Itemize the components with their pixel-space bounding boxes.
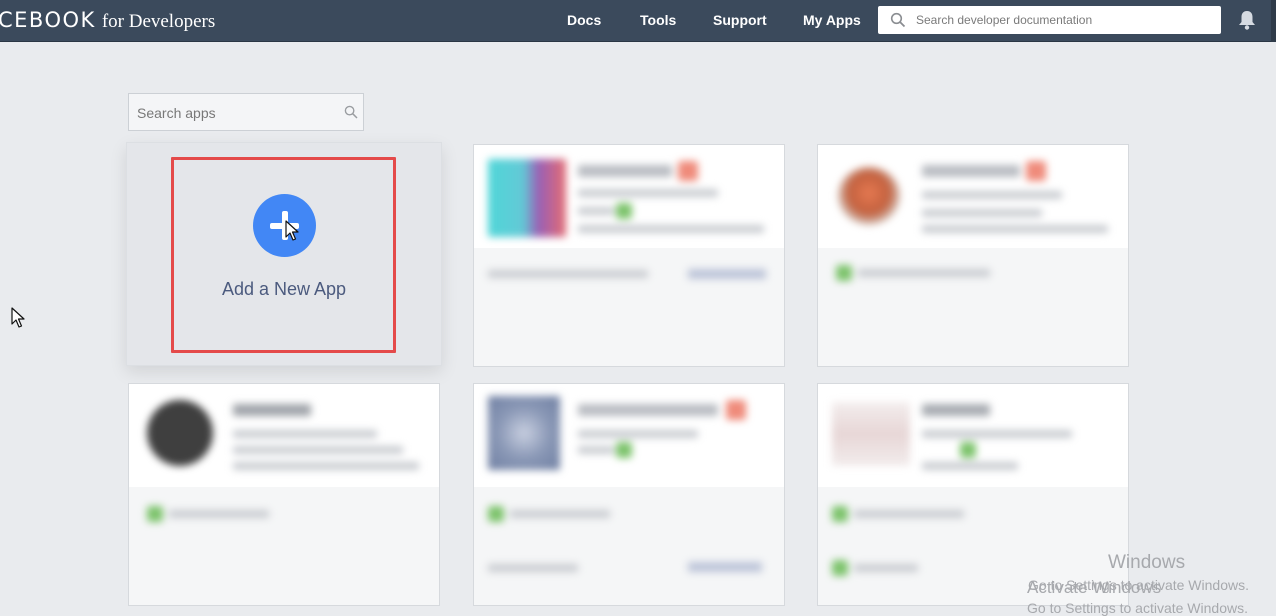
app-card[interactable] xyxy=(128,383,440,606)
windows-watermark-title: Activate Windows xyxy=(1027,578,1162,597)
bell-icon[interactable] xyxy=(1237,9,1257,31)
annotation-highlight-box xyxy=(171,157,396,353)
app-search-box[interactable] xyxy=(128,93,364,131)
brand-logo[interactable]: CEBOOK for Developers xyxy=(0,8,215,33)
app-card[interactable] xyxy=(817,383,1129,606)
documentation-search-input[interactable] xyxy=(916,10,1206,30)
app-card[interactable] xyxy=(473,144,785,367)
scrollbar-edge xyxy=(1271,0,1276,42)
app-card[interactable] xyxy=(817,144,1129,367)
nav-docs[interactable]: Docs xyxy=(567,12,601,30)
app-card[interactable] xyxy=(473,383,785,606)
windows-watermark-text: Go to Settings to activate Windows. xyxy=(1027,600,1248,616)
brand-name: CEBOOK xyxy=(0,8,96,32)
nav-my-apps[interactable]: My Apps xyxy=(803,12,861,30)
app-search-input[interactable] xyxy=(137,103,333,123)
search-icon xyxy=(344,105,358,119)
nav-tools[interactable]: Tools xyxy=(640,12,676,30)
search-icon xyxy=(890,12,906,28)
documentation-search-box[interactable] xyxy=(878,6,1221,34)
brand-subtitle: for Developers xyxy=(101,11,216,32)
mouse-pointer-icon xyxy=(11,307,25,328)
top-navigation-bar: CEBOOK for Developers Docs Tools Support … xyxy=(0,0,1276,42)
windows-watermark-title: Windows xyxy=(1108,552,1186,573)
nav-support[interactable]: Support xyxy=(713,12,767,30)
